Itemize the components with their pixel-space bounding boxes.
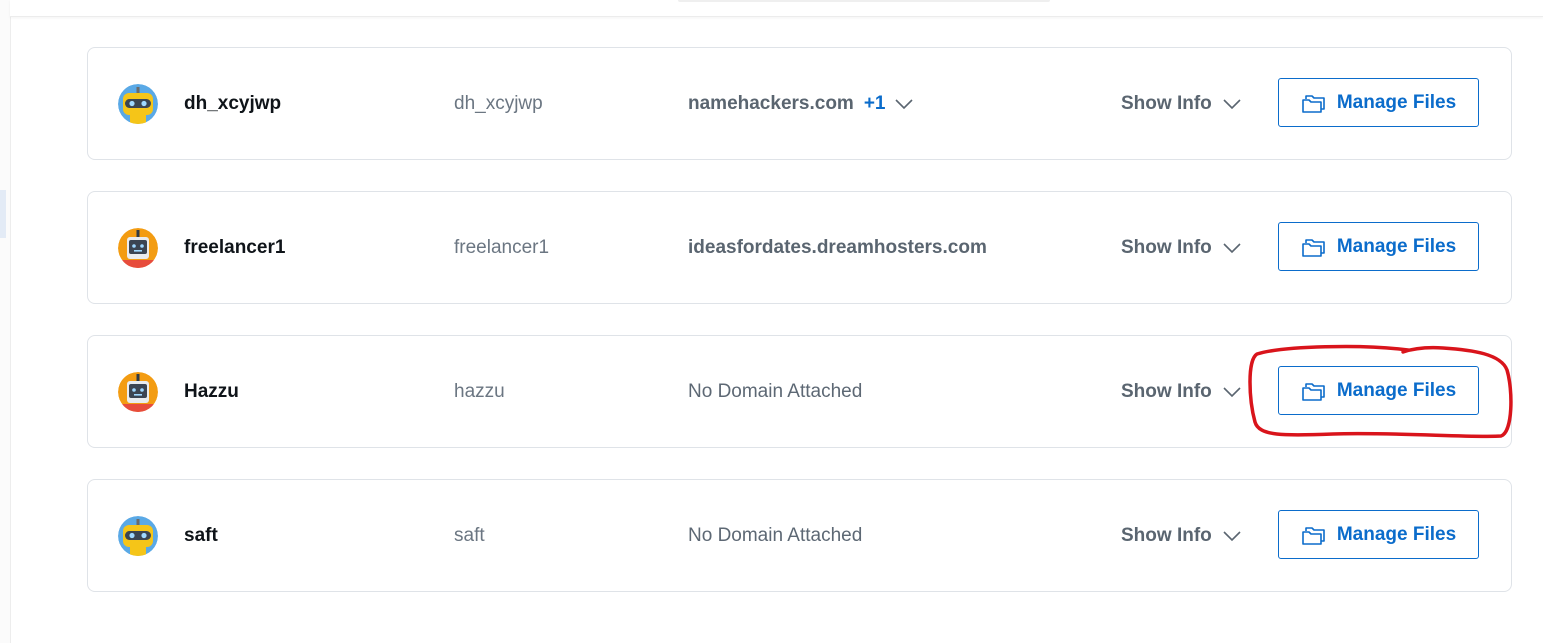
show-info-label: Show Info <box>1121 92 1212 114</box>
user-username: dh_xcyjwp <box>454 92 543 114</box>
show-info-label: Show Info <box>1121 380 1212 402</box>
show-info-label: Show Info <box>1121 236 1212 258</box>
left-sidebar <box>0 0 11 643</box>
manage-files-label: Manage Files <box>1336 379 1457 401</box>
user-domain: No Domain Attached <box>688 380 863 402</box>
user-username: freelancer1 <box>454 236 550 258</box>
manage-files-button[interactable]: Manage Files <box>1278 222 1479 271</box>
user-name: freelancer1 <box>184 236 286 258</box>
yellow-visor-robot-icon <box>118 516 158 556</box>
user-name: saft <box>184 524 218 546</box>
show-info-label: Show Info <box>1121 524 1212 546</box>
show-info-toggle[interactable]: Show Info <box>1121 480 1242 591</box>
manage-files-label: Manage Files <box>1336 523 1457 545</box>
user-row: Hazzu hazzu No Domain Attached Show Info… <box>87 335 1512 448</box>
folder-icon <box>1301 525 1327 545</box>
user-domain: ideasfordates.dreamhosters.com <box>688 236 987 258</box>
chevron-down-icon <box>1222 386 1242 398</box>
user-username: hazzu <box>454 380 505 402</box>
orange-robot-icon <box>118 372 158 412</box>
user-row: dh_xcyjwp dh_xcyjwp namehackers.com +1 S… <box>87 47 1512 160</box>
user-list: dh_xcyjwp dh_xcyjwp namehackers.com +1 S… <box>87 47 1512 623</box>
manage-files-label: Manage Files <box>1336 91 1457 113</box>
show-info-toggle[interactable]: Show Info <box>1121 48 1242 159</box>
user-row: saft saft No Domain Attached Show Info M… <box>87 479 1512 592</box>
user-name: dh_xcyjwp <box>184 92 282 114</box>
user-username: saft <box>454 524 485 546</box>
folder-icon <box>1301 381 1327 401</box>
manage-files-button[interactable]: Manage Files <box>1278 510 1479 559</box>
manage-files-label: Manage Files <box>1336 235 1457 257</box>
domain-name: namehackers.com <box>688 92 854 114</box>
page: dh_xcyjwp dh_xcyjwp namehackers.com +1 S… <box>0 0 1543 643</box>
folder-icon <box>1301 93 1327 113</box>
sidebar-active-marker <box>0 190 6 238</box>
show-info-toggle[interactable]: Show Info <box>1121 336 1242 447</box>
user-domain: namehackers.com +1 <box>688 48 914 159</box>
top-bar-tab-edge <box>678 0 1050 2</box>
user-row: freelancer1 freelancer1 ideasfordates.dr… <box>87 191 1512 304</box>
manage-files-button[interactable]: Manage Files <box>1278 366 1479 415</box>
chevron-down-icon <box>1222 242 1242 254</box>
extra-domains-count[interactable]: +1 <box>864 93 886 115</box>
user-name: Hazzu <box>184 380 239 402</box>
show-info-toggle[interactable]: Show Info <box>1121 192 1242 303</box>
chevron-down-icon <box>1222 98 1242 110</box>
top-bar <box>10 0 1543 17</box>
chevron-down-icon <box>1222 530 1242 542</box>
orange-robot-icon <box>118 228 158 268</box>
user-domain: No Domain Attached <box>688 524 863 546</box>
folder-icon <box>1301 237 1327 257</box>
manage-files-button[interactable]: Manage Files <box>1278 78 1479 127</box>
chevron-down-icon[interactable] <box>894 98 914 110</box>
yellow-visor-robot-icon <box>118 84 158 124</box>
